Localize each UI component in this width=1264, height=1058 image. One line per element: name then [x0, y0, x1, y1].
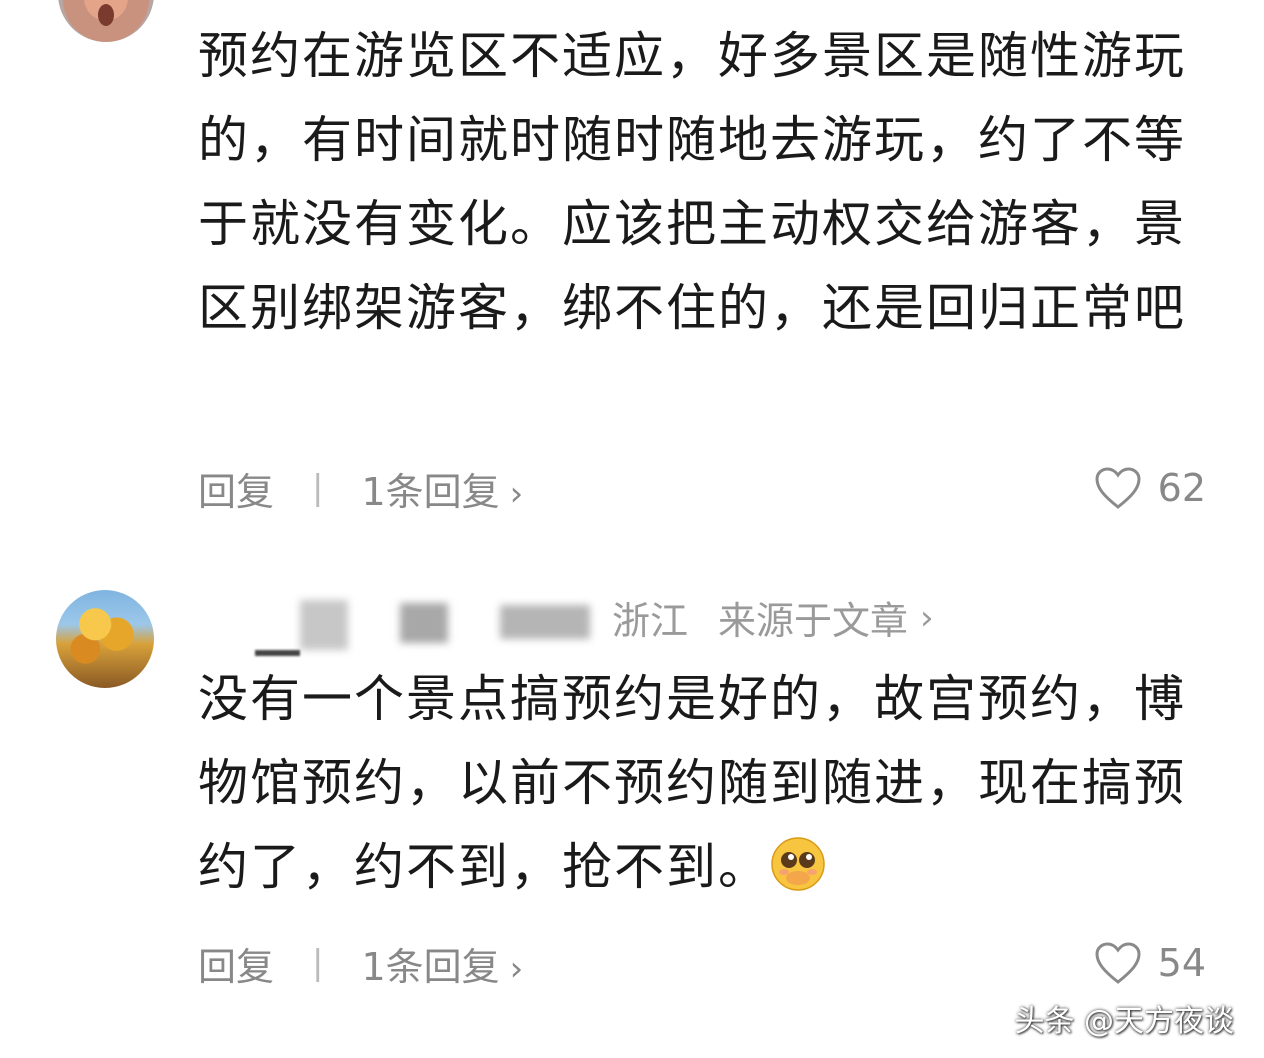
- avatar-commenter-2[interactable]: [56, 590, 154, 688]
- like-count: 62: [1157, 466, 1206, 510]
- divider: |: [312, 468, 324, 508]
- comment-2-meta: 浙江 来源于文章 ›: [612, 590, 934, 645]
- watermark: 头条 @天方夜谈: [1014, 1004, 1234, 1039]
- view-replies-label: 1条回复: [361, 469, 500, 514]
- source-link[interactable]: 来源于文章: [718, 590, 908, 645]
- comment-1-text: 预约在游览区不适应，好多景区是随性游玩的，有时间就时随时随地去游玩，约了不等于就…: [198, 27, 1186, 337]
- comment-2-text: 没有一个景点搞预约是好的，故宫预约，博物馆预约，以前不预约随到随进，现在搞预约了…: [198, 657, 1208, 909]
- pleading-face-emoji: [771, 837, 825, 891]
- location-label: 浙江: [612, 599, 689, 643]
- like-button[interactable]: 62: [1094, 463, 1206, 513]
- chevron-right-icon: ›: [509, 948, 524, 989]
- like-count: 54: [1157, 941, 1206, 985]
- view-replies-label: 1条回复: [361, 944, 500, 989]
- view-replies-button[interactable]: 1条回复 ›: [361, 461, 523, 516]
- heart-outline-icon: [1095, 942, 1141, 984]
- chevron-right-icon: ›: [509, 473, 524, 514]
- chevron-right-icon: ›: [920, 597, 934, 638]
- view-replies-button[interactable]: 1条回复 ›: [361, 936, 523, 991]
- like-button[interactable]: 54: [1094, 938, 1206, 988]
- avatar-commenter-1[interactable]: [58, 0, 154, 42]
- source-label: 来源于文章: [718, 599, 909, 643]
- comment-2-actions: 回复 | 1条回复 ›: [198, 936, 523, 991]
- comment-1-actions: 回复 | 1条回复 ›: [198, 461, 523, 516]
- reply-button[interactable]: 回复: [198, 461, 274, 516]
- heart-outline-icon: [1095, 467, 1141, 509]
- comment-2-body: 没有一个景点搞预约是好的，故宫预约，博物馆预约，以前不预约随到随进，现在搞预约了…: [198, 670, 1186, 896]
- avatar-detail: [98, 4, 114, 26]
- reply-button[interactable]: 回复: [198, 936, 274, 991]
- divider: |: [312, 943, 324, 983]
